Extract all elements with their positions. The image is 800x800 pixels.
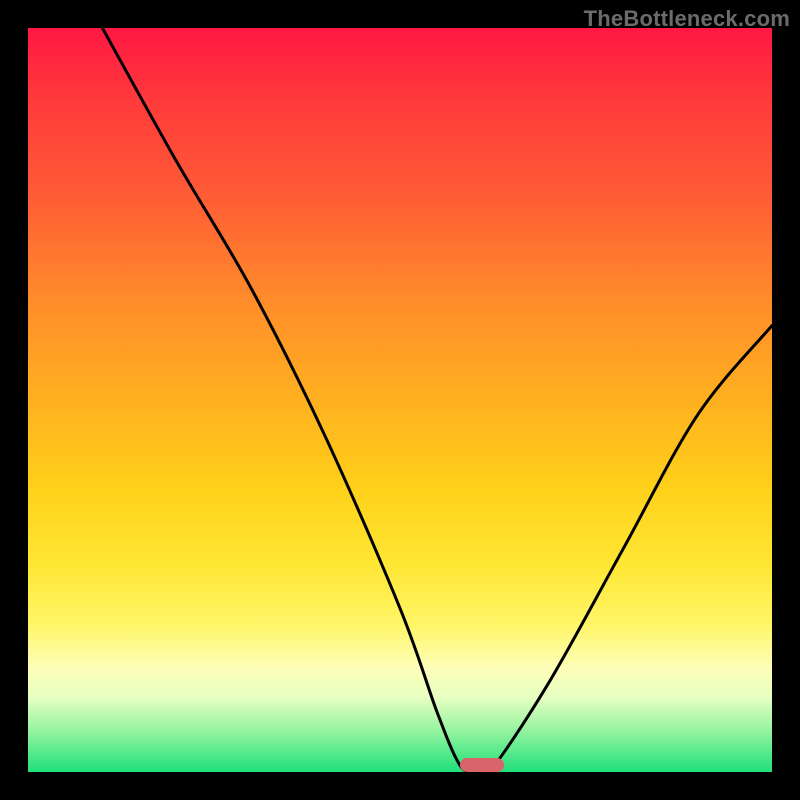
plot-area bbox=[28, 28, 772, 772]
optimal-marker bbox=[460, 758, 505, 772]
watermark-text: TheBottleneck.com bbox=[584, 6, 790, 32]
bottleneck-curve bbox=[28, 28, 772, 772]
chart-frame: TheBottleneck.com bbox=[0, 0, 800, 800]
